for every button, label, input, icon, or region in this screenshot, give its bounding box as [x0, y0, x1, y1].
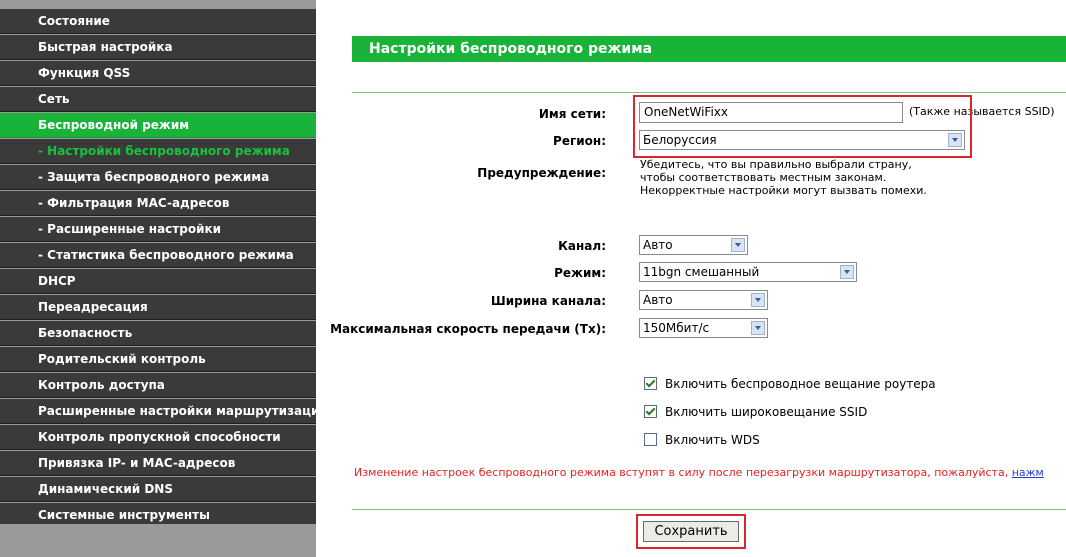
region-label: Регион: — [553, 134, 606, 148]
channel-value: Авто — [643, 238, 673, 252]
reboot-notice: Изменение настроек беспроводного режима … — [354, 466, 1066, 479]
warning-label: Предупреждение: — [477, 166, 606, 180]
sidebar-bottom-fill — [0, 524, 316, 557]
ssid-label: Имя сети: — [538, 107, 606, 121]
checkbox-wireless-radio[interactable]: Включить беспроводное вещание роутера — [644, 376, 936, 392]
sidebar-item-quick-setup[interactable]: Быстрая настройка — [0, 35, 316, 60]
sidebar-item-access-control[interactable]: Контроль доступа — [0, 373, 316, 398]
mode-select[interactable]: 11bgn смешанный — [639, 262, 857, 282]
sidebar-item-status[interactable]: Состояние — [0, 9, 316, 34]
sidebar-item-wireless-advanced[interactable]: - Расширенные настройки — [0, 217, 316, 242]
channel-width-value: Авто — [643, 293, 673, 307]
checkbox-label: Включить широковещание SSID — [665, 405, 868, 419]
sidebar-item-dhcp[interactable]: DHCP — [0, 269, 316, 294]
sidebar-item-network[interactable]: Сеть — [0, 87, 316, 112]
sidebar-item-ddns[interactable]: Динамический DNS — [0, 477, 316, 502]
sidebar-item-bandwidth-control[interactable]: Контроль пропускной способности — [0, 425, 316, 450]
checkbox-wds[interactable]: Включить WDS — [644, 432, 760, 448]
checkbox-checked-icon[interactable] — [644, 405, 657, 418]
chevron-down-icon[interactable] — [751, 293, 765, 307]
bottom-divider — [352, 509, 1066, 510]
highlight-frame — [633, 95, 972, 158]
save-button[interactable]: Сохранить — [643, 521, 739, 542]
chevron-down-icon[interactable] — [731, 238, 745, 252]
warning-text: Убедитесь, что вы правильно выбрали стра… — [640, 158, 927, 197]
sidebar-item-security[interactable]: Безопасность — [0, 321, 316, 346]
chevron-down-icon[interactable] — [840, 265, 854, 279]
sidebar-item-qss[interactable]: Функция QSS — [0, 61, 316, 86]
tx-rate-value: 150Мбит/с — [643, 321, 710, 335]
top-divider — [352, 92, 1066, 93]
channel-label: Канал: — [558, 239, 606, 253]
main-content: Настройки беспроводного режима Имя сети:… — [316, 0, 1066, 557]
channel-select[interactable]: Авто — [639, 235, 748, 255]
page-title: Настройки беспроводного режима — [352, 36, 1066, 62]
sidebar-item-advanced-routing[interactable]: Расширенные настройки маршрутизации — [0, 399, 316, 424]
mode-label: Режим: — [554, 266, 606, 280]
reboot-notice-text: Изменение настроек беспроводного режима … — [354, 466, 1012, 479]
channel-width-select[interactable]: Авто — [639, 290, 768, 310]
tx-rate-select[interactable]: 150Мбит/с — [639, 318, 768, 338]
sidebar-item-wireless-security[interactable]: - Защита беспроводного режима — [0, 165, 316, 190]
warning-line: чтобы соответствовать местным законам. — [640, 171, 887, 184]
channel-width-label: Ширина канала: — [490, 294, 606, 308]
checkbox-label: Включить WDS — [665, 433, 760, 447]
warning-line: Некорректные настройки могут вызвать пом… — [640, 184, 927, 197]
sidebar-item-wireless-settings[interactable]: - Настройки беспроводного режима — [0, 139, 316, 164]
mode-value: 11bgn смешанный — [643, 265, 760, 279]
sidebar-item-forwarding[interactable]: Переадресация — [0, 295, 316, 320]
checkbox-unchecked-icon[interactable] — [644, 433, 657, 446]
tx-rate-label: Максимальная скорость передачи (Tx): — [330, 322, 606, 336]
checkbox-checked-icon[interactable] — [644, 377, 657, 390]
reboot-link[interactable]: нажм — [1012, 466, 1044, 479]
checkbox-ssid-broadcast[interactable]: Включить широковещание SSID — [644, 404, 867, 420]
sidebar-item-wireless[interactable]: Беспроводной режим — [0, 113, 316, 138]
sidebar-top-strip — [0, 0, 316, 9]
sidebar-item-wireless-stats[interactable]: - Статистика беспроводного режима — [0, 243, 316, 268]
warning-line: Убедитесь, что вы правильно выбрали стра… — [640, 158, 912, 171]
chevron-down-icon[interactable] — [751, 321, 765, 335]
sidebar-item-mac-filtering[interactable]: - Фильтрация MAC-адресов — [0, 191, 316, 216]
checkbox-label: Включить беспроводное вещание роутера — [665, 377, 936, 391]
sidebar-item-parental-control[interactable]: Родительский контроль — [0, 347, 316, 372]
sidebar-item-ip-mac-binding[interactable]: Привязка IP- и MAC-адресов — [0, 451, 316, 476]
sidebar-nav: Состояние Быстрая настройка Функция QSS … — [0, 0, 316, 557]
